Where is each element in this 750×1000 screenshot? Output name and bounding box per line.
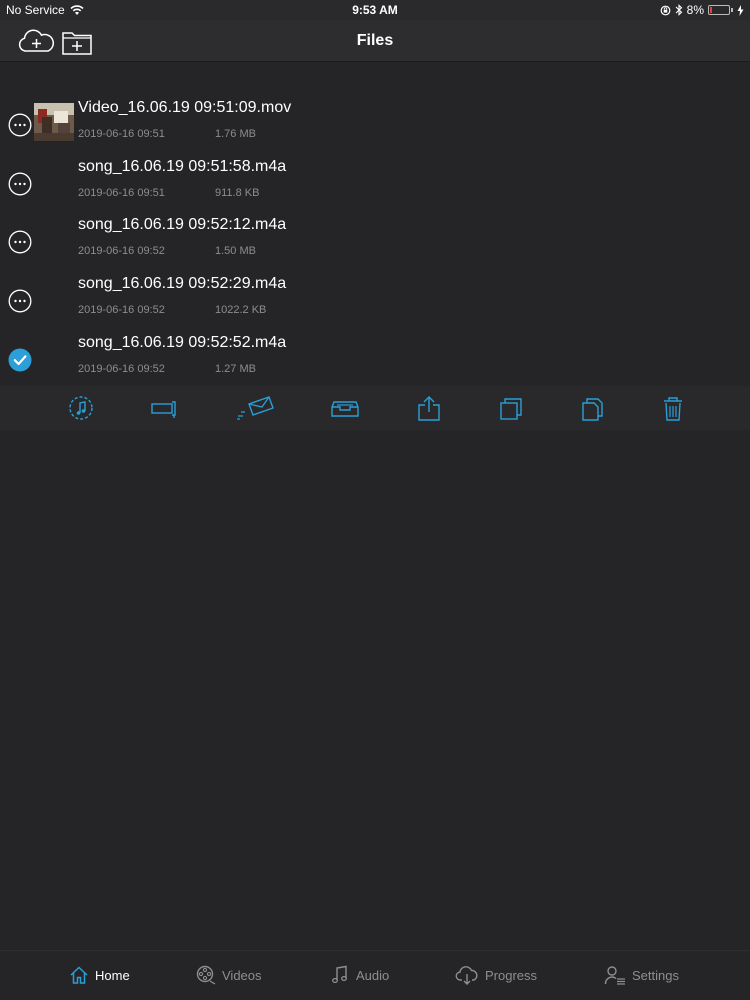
file-size: 911.8 KB — [215, 186, 260, 199]
tab-audio[interactable]: Audio — [330, 965, 389, 985]
checkmark-circle-icon — [8, 348, 32, 372]
row-options-button[interactable] — [8, 289, 32, 313]
user-settings-icon — [604, 966, 625, 985]
file-row[interactable]: song_16.06.19 09:52:52.m4a 2019-06-16 09… — [0, 328, 750, 387]
status-right: 8% — [660, 3, 744, 17]
tab-settings[interactable]: Settings — [604, 965, 679, 985]
row-select-checkbox[interactable] — [8, 348, 32, 372]
trash-icon — [664, 397, 682, 421]
share-icon — [418, 396, 440, 421]
file-date: 2019-06-16 09:52 — [78, 362, 165, 375]
more-options-icon — [8, 289, 32, 313]
nav-bar: Files — [0, 20, 750, 62]
cloud-download-icon — [455, 966, 478, 985]
row-options-button[interactable] — [8, 113, 32, 137]
open-in-button[interactable] — [150, 394, 180, 422]
add-to-playlist-button[interactable] — [66, 394, 96, 422]
share-button[interactable] — [414, 394, 444, 422]
bluetooth-icon — [675, 4, 682, 16]
tab-audio-label: Audio — [356, 967, 390, 983]
file-size: 1.76 MB — [215, 128, 256, 140]
file-row[interactable]: Video_16.06.19 09:51:09.mov 2019-06-16 0… — [0, 93, 750, 152]
more-options-icon — [8, 113, 32, 137]
tab-videos-label: Videos — [222, 967, 262, 983]
file-row[interactable]: song_16.06.19 09:51:58.m4a 2019-06-16 09… — [0, 152, 750, 211]
copy-icon — [500, 398, 522, 420]
copy-button[interactable] — [496, 394, 526, 422]
file-name[interactable]: song_16.06.19 09:52:29.m4a — [78, 275, 286, 293]
file-name[interactable]: song_16.06.19 09:52:12.m4a — [78, 216, 286, 234]
archive-icon — [331, 401, 359, 417]
music-note-icon — [69, 396, 93, 420]
action-toolbar — [0, 386, 750, 430]
tab-bar: Home Videos Audio Progress Settings — [0, 950, 750, 1000]
home-icon — [70, 966, 88, 984]
email-icon — [237, 396, 274, 420]
film-reel-icon — [196, 965, 216, 985]
video-thumbnail — [34, 103, 74, 141]
file-row[interactable]: song_16.06.19 09:52:29.m4a 2019-06-16 09… — [0, 269, 750, 328]
file-size: 1022.2 KB — [215, 304, 267, 317]
more-options-icon — [8, 172, 32, 196]
battery-percent: 8% — [686, 3, 704, 17]
more-options-icon — [8, 230, 32, 254]
file-name[interactable]: Video_16.06.19 09:51:09.mov — [78, 99, 291, 117]
battery-nub — [731, 8, 733, 12]
music-note-icon — [332, 965, 347, 984]
file-name[interactable]: song_16.06.19 09:51:58.m4a — [78, 158, 286, 176]
projector-icon — [151, 401, 176, 418]
file-name[interactable]: song_16.06.19 09:52:52.m4a — [78, 334, 286, 352]
delete-button[interactable] — [658, 394, 688, 422]
duplicate-icon — [582, 398, 603, 421]
status-bar: No Service 9:53 AM 8% — [0, 0, 750, 20]
page-title: Files — [356, 32, 394, 49]
row-options-button[interactable] — [8, 172, 32, 196]
file-size: 1.27 MB — [215, 362, 256, 375]
archive-button[interactable] — [330, 394, 360, 422]
file-date: 2019-06-16 09:52 — [78, 304, 165, 317]
tab-home[interactable]: Home — [69, 965, 130, 985]
row-options-button[interactable] — [8, 230, 32, 254]
duplicate-button[interactable] — [578, 394, 608, 422]
file-list: Video_16.06.19 09:51:09.mov 2019-06-16 0… — [0, 93, 750, 386]
file-date: 2019-06-16 09:51 — [78, 128, 165, 140]
tab-home-label: Home — [95, 967, 130, 983]
orientation-lock-icon — [660, 5, 671, 15]
tab-progress-label: Progress — [485, 967, 538, 983]
file-row[interactable]: song_16.06.19 09:52:12.m4a 2019-06-16 09… — [0, 210, 750, 269]
tab-settings-label: Settings — [632, 967, 679, 983]
file-size: 1.50 MB — [215, 245, 256, 258]
file-date: 2019-06-16 09:51 — [78, 186, 165, 199]
tab-progress[interactable]: Progress — [455, 965, 537, 985]
email-button[interactable] — [236, 394, 274, 422]
battery-icon — [708, 5, 730, 15]
status-time: 9:53 AM — [352, 3, 398, 17]
charging-bolt-icon — [737, 4, 744, 16]
file-date: 2019-06-16 09:52 — [78, 245, 165, 258]
tab-videos[interactable]: Videos — [196, 965, 262, 985]
